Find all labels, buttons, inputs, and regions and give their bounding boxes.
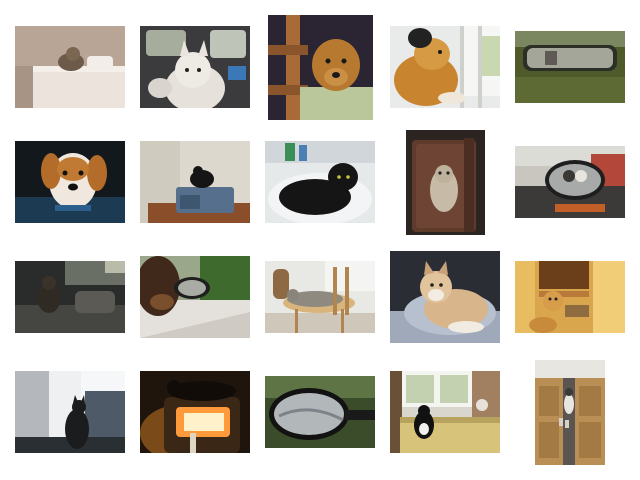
photo-cat-on-window-seat[interactable] [390,371,500,453]
photo-white-husky-in-car[interactable] [140,26,250,108]
photo-dogs-at-window[interactable] [390,26,500,108]
photo-cat-behind-door[interactable] [535,360,605,465]
photo-car-rearview-mirror[interactable] [515,31,625,103]
photo-car-side-mirror[interactable] [265,376,375,448]
photo-akita-on-cushion[interactable] [390,251,500,343]
photo-dog-in-car-window[interactable] [15,141,125,223]
photo-cat-on-chair[interactable] [265,261,375,333]
photo-cat-on-heater[interactable] [140,371,250,453]
photo-cat-silhouette-window[interactable] [15,371,125,453]
photo-dog-and-side-mirror[interactable] [140,256,250,338]
photo-dog-behind-chair[interactable] [268,15,373,120]
photo-black-cat-in-sink[interactable] [265,141,375,223]
photo-black-cat-on-box[interactable] [140,141,250,223]
photo-dogs-in-side-mirror[interactable] [515,146,625,218]
photo-cat-in-car[interactable] [15,261,125,333]
image-gallery [0,0,640,480]
photo-dog-on-stairs[interactable] [515,261,625,333]
photo-cat-in-suitcase[interactable] [406,130,485,235]
photo-cat-on-cabinet[interactable] [15,26,125,108]
